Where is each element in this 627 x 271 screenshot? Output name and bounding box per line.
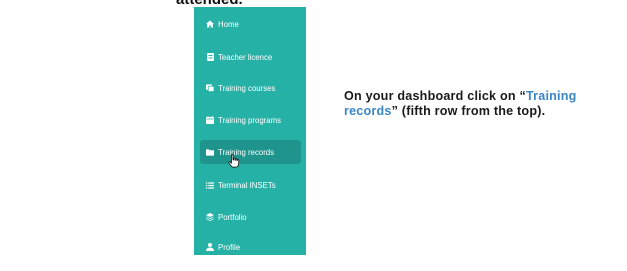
sidebar-item-teacher-licence[interactable]: Teacher licence (200, 45, 301, 69)
sidebar-item-training-courses[interactable]: Training courses (200, 76, 301, 100)
sidebar-item-portfolio[interactable]: Portfolio (200, 205, 301, 229)
user-icon (206, 243, 214, 251)
instruction-text-start: On your dashboard click on “ (344, 89, 526, 103)
sidebar-item-home[interactable]: Home (200, 12, 301, 36)
sidebar-nav: Home Teacher licence Training courses Tr… (194, 7, 306, 255)
sidebar-item-label: Home (218, 19, 239, 29)
hand-pointer-cursor-icon (228, 154, 240, 170)
instruction-text-end: ” (fifth row from the top). (391, 104, 546, 118)
sidebar-item-training-records[interactable]: Training records (200, 140, 301, 168)
layers-icon (206, 213, 214, 221)
folder-icon (206, 148, 214, 156)
sidebar-item-label: Teacher licence (218, 52, 273, 62)
calendar-icon (206, 116, 214, 124)
list-icon (206, 181, 214, 189)
sidebar-item-label: Training programs (218, 115, 281, 125)
sidebar-item-terminal-insets[interactable]: Terminal INSETs (200, 173, 301, 197)
sidebar-item-label: Profile (218, 242, 241, 252)
sidebar-item-profile[interactable]: Profile (200, 235, 301, 259)
home-icon (206, 20, 214, 28)
sidebar-item-label: Training records (218, 147, 275, 157)
sidebar-item-label: Portfolio (218, 212, 247, 222)
sidebar-item-label: Training courses (218, 83, 276, 93)
courses-icon (206, 84, 214, 92)
sidebar-item-training-programs[interactable]: Training programs (200, 108, 301, 132)
sidebar-item-label: Terminal INSETs (218, 180, 276, 190)
instruction-text: On your dashboard click on “Training rec… (344, 89, 604, 119)
licence-icon (206, 53, 214, 61)
